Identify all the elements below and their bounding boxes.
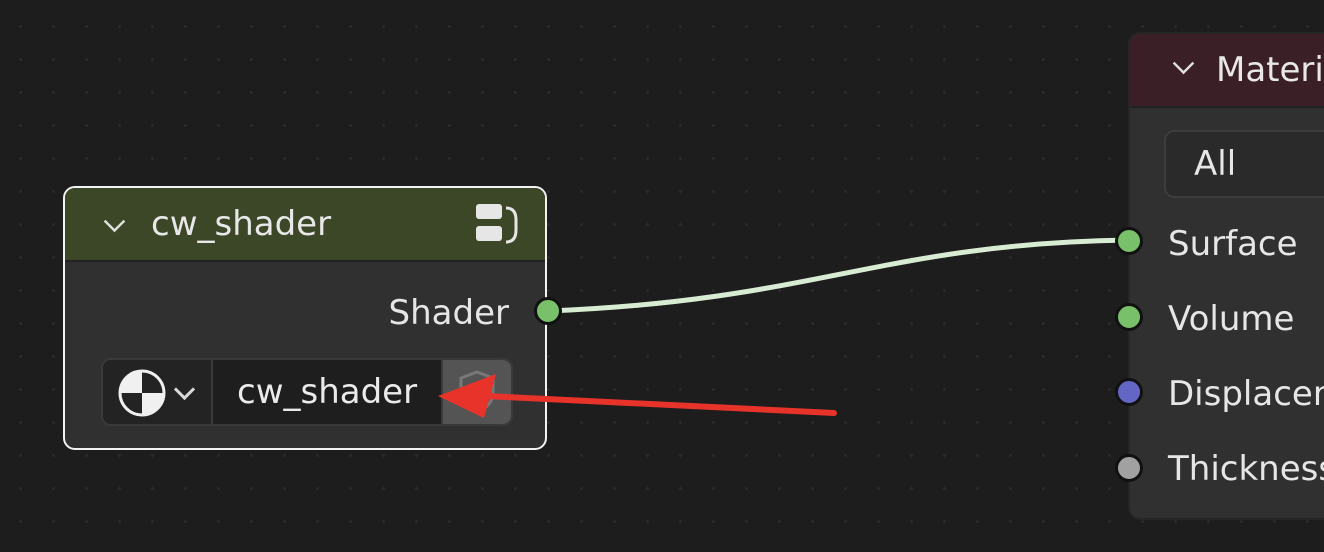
annotation-arrow-icon	[438, 374, 837, 418]
node-editor-canvas[interactable]: cw_shader Shader cw_shader Materi All Su…	[0, 0, 1324, 552]
